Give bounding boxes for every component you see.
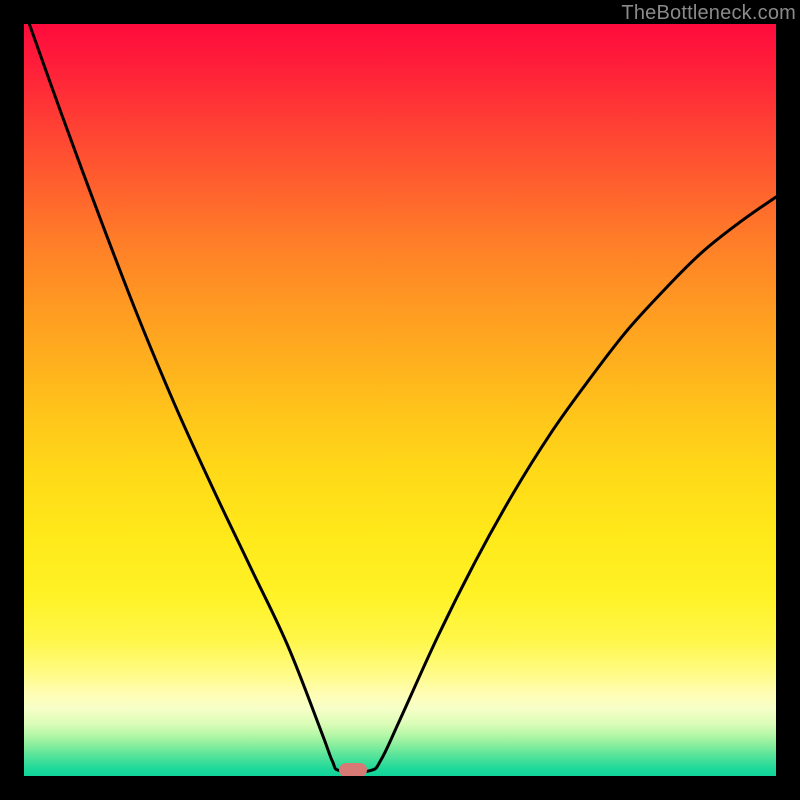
watermark-text: TheBottleneck.com xyxy=(621,2,796,25)
chart-frame: TheBottleneck.com xyxy=(0,0,800,800)
optimum-marker xyxy=(339,763,367,776)
plot-area xyxy=(24,24,776,776)
gradient-background xyxy=(24,24,776,776)
